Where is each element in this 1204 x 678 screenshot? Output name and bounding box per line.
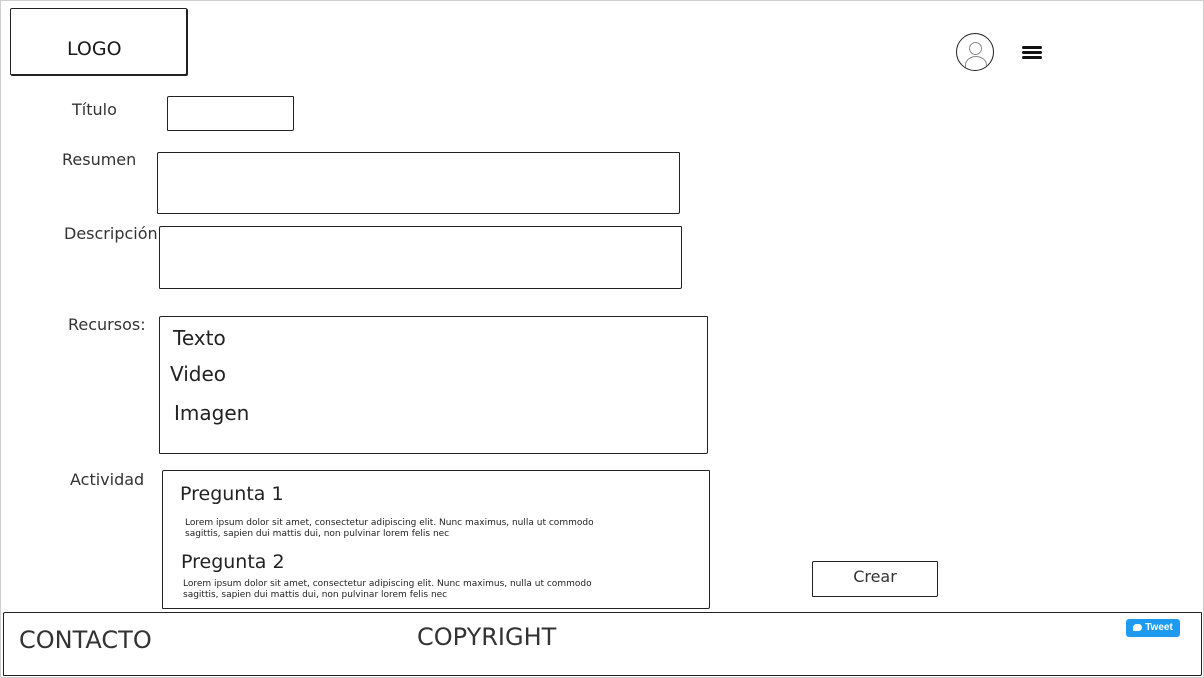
- titulo-label: Título: [72, 100, 117, 119]
- tweet-button[interactable]: Tweet: [1126, 619, 1180, 637]
- crear-button[interactable]: Crear: [812, 561, 938, 597]
- resumen-textarea[interactable]: [157, 152, 680, 214]
- recursos-list: Texto Video Imagen: [159, 316, 708, 454]
- copyright-text: COPYRIGHT: [417, 623, 557, 651]
- menu-bar: [1022, 46, 1042, 49]
- user-avatar-icon[interactable]: [956, 33, 994, 71]
- menu-bar: [1022, 51, 1042, 54]
- twitter-bird-icon: [1133, 624, 1143, 631]
- titulo-input[interactable]: [167, 96, 294, 131]
- logo-box[interactable]: LOGO: [10, 8, 187, 75]
- resumen-label: Resumen: [62, 150, 137, 169]
- logo: LOGO: [67, 38, 122, 60]
- crear-button-label: Crear: [853, 567, 897, 586]
- hamburger-menu-icon[interactable]: [1022, 46, 1042, 64]
- recurso-texto[interactable]: Texto: [173, 326, 226, 350]
- pregunta-2-title: Pregunta 2: [181, 551, 285, 573]
- actividad-panel: Pregunta 1 Lorem ipsum dolor sit amet, c…: [162, 470, 710, 609]
- descripcion-textarea[interactable]: [159, 226, 682, 289]
- recurso-video[interactable]: Video: [170, 362, 226, 386]
- contacto-link[interactable]: CONTACTO: [19, 626, 152, 654]
- descripcion-label: Descripción: [64, 224, 158, 243]
- avatar-shoulders: [965, 56, 987, 70]
- pregunta-1-text: Lorem ipsum dolor sit amet, consectetur …: [185, 518, 594, 539]
- footer: CONTACTO COPYRIGHT Tweet: [3, 612, 1202, 676]
- recursos-label: Recursos:: [68, 315, 146, 334]
- pregunta-2-text: Lorem ipsum dolor sit amet, consectetur …: [183, 579, 592, 600]
- avatar-head: [969, 42, 982, 55]
- pregunta-1-title: Pregunta 1: [180, 483, 284, 505]
- tweet-label: Tweet: [1145, 622, 1173, 633]
- actividad-label: Actividad: [70, 470, 145, 489]
- menu-bar: [1022, 56, 1042, 59]
- recurso-imagen[interactable]: Imagen: [174, 401, 249, 425]
